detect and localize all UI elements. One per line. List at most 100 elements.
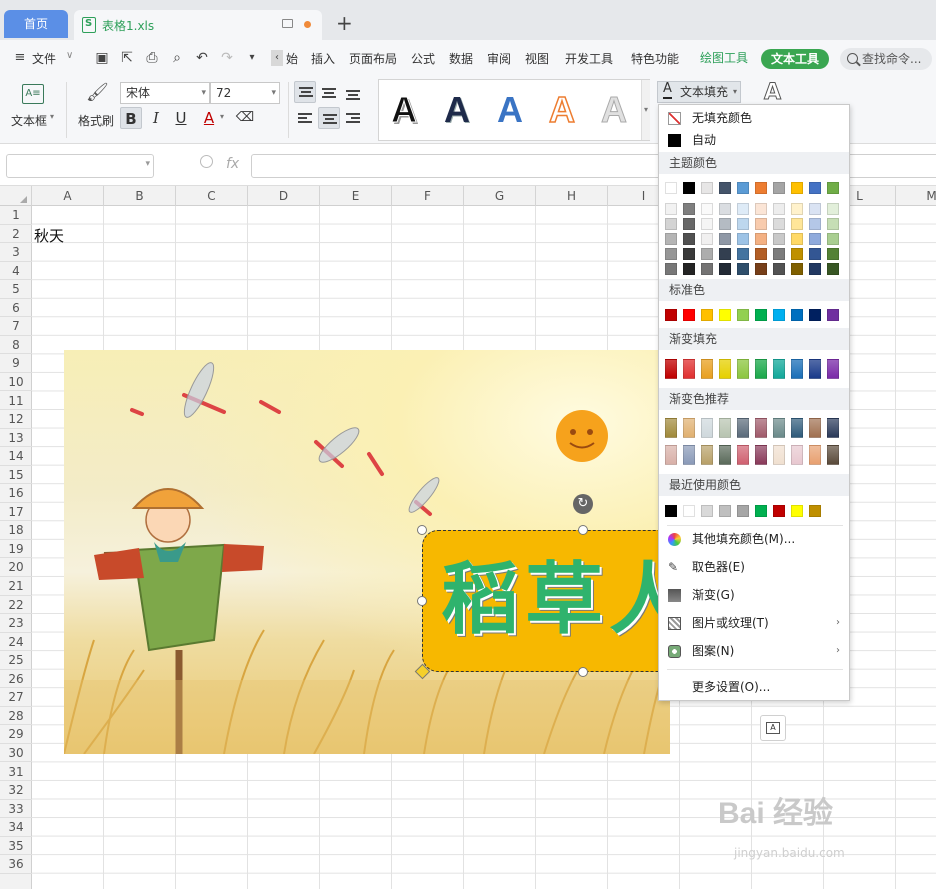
auto-color-option[interactable]: 自动 xyxy=(659,128,849,152)
theme-shade-swatch[interactable] xyxy=(665,233,677,245)
theme-shade-swatch[interactable] xyxy=(701,248,713,260)
resize-handle[interactable] xyxy=(417,596,427,606)
theme-shade-swatch[interactable] xyxy=(791,203,803,215)
fx-icon[interactable]: fx xyxy=(226,156,239,172)
gradient-recommend-swatch[interactable] xyxy=(701,418,713,438)
gradient-recommend-swatch[interactable] xyxy=(683,445,695,465)
column-header-cell[interactable]: F xyxy=(392,186,464,206)
recent-color-swatch[interactable] xyxy=(683,505,695,517)
font-color-button[interactable]: A xyxy=(198,107,220,129)
recent-color-swatch[interactable] xyxy=(809,505,821,517)
resize-handle[interactable] xyxy=(417,525,427,535)
menu-page-layout[interactable]: 页面布局 xyxy=(349,50,397,67)
recent-color-swatch[interactable] xyxy=(773,505,785,517)
menu-special[interactable]: 特色功能 xyxy=(631,50,679,67)
row-header-cell[interactable]: 3 xyxy=(0,243,32,262)
align-left-button[interactable] xyxy=(294,107,316,129)
row-header-cell[interactable]: 16 xyxy=(0,484,32,503)
theme-shade-swatch[interactable] xyxy=(809,248,821,260)
row-header-cell[interactable]: 11 xyxy=(0,392,32,411)
row-header-cell[interactable]: 29 xyxy=(0,725,32,744)
undo-icon[interactable]: ↶ xyxy=(194,50,210,66)
theme-color-swatch[interactable] xyxy=(827,182,839,194)
gradient-recommend-swatch[interactable] xyxy=(809,445,821,465)
select-all-corner[interactable] xyxy=(0,186,32,206)
standard-color-swatch[interactable] xyxy=(719,309,731,321)
standard-color-swatch[interactable] xyxy=(737,309,749,321)
recent-color-swatch[interactable] xyxy=(701,505,713,517)
save-icon[interactable]: ▣ xyxy=(94,50,110,66)
standard-color-swatch[interactable] xyxy=(701,309,713,321)
theme-shade-swatch[interactable] xyxy=(683,233,695,245)
align-middle-button[interactable] xyxy=(318,81,340,103)
gradient-recommend-swatch[interactable] xyxy=(773,418,785,438)
print-preview-icon[interactable]: ⌕ xyxy=(169,50,185,66)
row-header-cell[interactable]: 15 xyxy=(0,466,32,485)
rotate-handle-icon[interactable]: ↻ xyxy=(573,494,593,514)
theme-shade-swatch[interactable] xyxy=(791,263,803,275)
column-header-cell[interactable]: G xyxy=(464,186,536,206)
row-header-cell[interactable]: 33 xyxy=(0,800,32,819)
column-header-cell[interactable]: B xyxy=(104,186,176,206)
gradient-recommend-swatch[interactable] xyxy=(827,418,839,438)
row-header-cell[interactable]: 23 xyxy=(0,614,32,633)
theme-shade-swatch[interactable] xyxy=(773,233,785,245)
gradient-recommend-swatch[interactable] xyxy=(701,445,713,465)
italic-button[interactable]: I xyxy=(145,107,167,129)
standard-color-swatch[interactable] xyxy=(755,309,767,321)
gradient-fill-swatch[interactable] xyxy=(701,359,713,379)
theme-color-swatch[interactable] xyxy=(773,182,785,194)
text-style-2[interactable]: A xyxy=(444,88,470,132)
print-icon[interactable]: ⎙ xyxy=(144,50,160,66)
more-settings-option[interactable]: 更多设置(O)... xyxy=(659,675,849,699)
tab-file[interactable]: 表格1.xls xyxy=(74,10,322,40)
bold-button[interactable]: B xyxy=(120,107,142,129)
font-size-select[interactable]: 72 xyxy=(210,82,280,104)
theme-shade-swatch[interactable] xyxy=(701,263,713,275)
row-header-cell[interactable]: 18 xyxy=(0,521,32,540)
align-center-button[interactable] xyxy=(318,107,340,129)
theme-shade-swatch[interactable] xyxy=(719,218,731,230)
redo-icon[interactable]: ↷ xyxy=(219,50,235,66)
gradient-recommend-swatch[interactable] xyxy=(737,445,749,465)
name-box[interactable] xyxy=(6,154,154,178)
row-header-cell[interactable]: 20 xyxy=(0,558,32,577)
theme-color-swatch[interactable] xyxy=(737,182,749,194)
theme-color-swatch[interactable] xyxy=(755,182,767,194)
eraser-icon[interactable]: ⌫ xyxy=(234,107,256,129)
theme-shade-swatch[interactable] xyxy=(665,218,677,230)
text-fill-button[interactable]: A 文本填充 ▾ xyxy=(657,81,741,103)
row-header-cell[interactable]: 30 xyxy=(0,744,32,763)
theme-shade-swatch[interactable] xyxy=(773,248,785,260)
recent-color-swatch[interactable] xyxy=(755,505,767,517)
textbox-text[interactable]: 稻草人 xyxy=(441,537,693,649)
align-right-button[interactable] xyxy=(342,107,364,129)
monitor-icon[interactable] xyxy=(282,19,293,28)
theme-shade-swatch[interactable] xyxy=(809,263,821,275)
standard-color-swatch[interactable] xyxy=(773,309,785,321)
row-header-cell[interactable]: 7 xyxy=(0,317,32,336)
standard-color-swatch[interactable] xyxy=(827,309,839,321)
gradient-recommend-swatch[interactable] xyxy=(683,418,695,438)
menu-home[interactable]: 始 xyxy=(286,50,298,67)
row-header-cell[interactable]: 26 xyxy=(0,670,32,689)
textbox-dropdown-icon[interactable]: ▾ xyxy=(50,112,54,121)
font-color-dropdown-icon[interactable]: ▾ xyxy=(220,112,224,121)
row-header-cell[interactable]: 24 xyxy=(0,633,32,652)
column-header-cell[interactable]: E xyxy=(320,186,392,206)
text-style-1[interactable]: A xyxy=(391,88,418,132)
gradient-recommend-swatch[interactable] xyxy=(755,445,767,465)
align-bottom-button[interactable] xyxy=(342,81,364,103)
theme-shade-swatch[interactable] xyxy=(737,248,749,260)
menu-data[interactable]: 数据 xyxy=(449,50,473,67)
theme-shade-swatch[interactable] xyxy=(755,248,767,260)
row-header-cell[interactable]: 27 xyxy=(0,688,32,707)
theme-color-swatch[interactable] xyxy=(791,182,803,194)
theme-shade-swatch[interactable] xyxy=(737,218,749,230)
theme-shade-swatch[interactable] xyxy=(665,263,677,275)
row-header-cell[interactable]: 2 xyxy=(0,225,32,244)
selected-textbox[interactable]: 稻草人 xyxy=(422,530,687,672)
text-outline-icon[interactable]: A xyxy=(763,80,781,106)
row-header-cell[interactable]: 25 xyxy=(0,651,32,670)
gradient-recommend-swatch[interactable] xyxy=(827,445,839,465)
